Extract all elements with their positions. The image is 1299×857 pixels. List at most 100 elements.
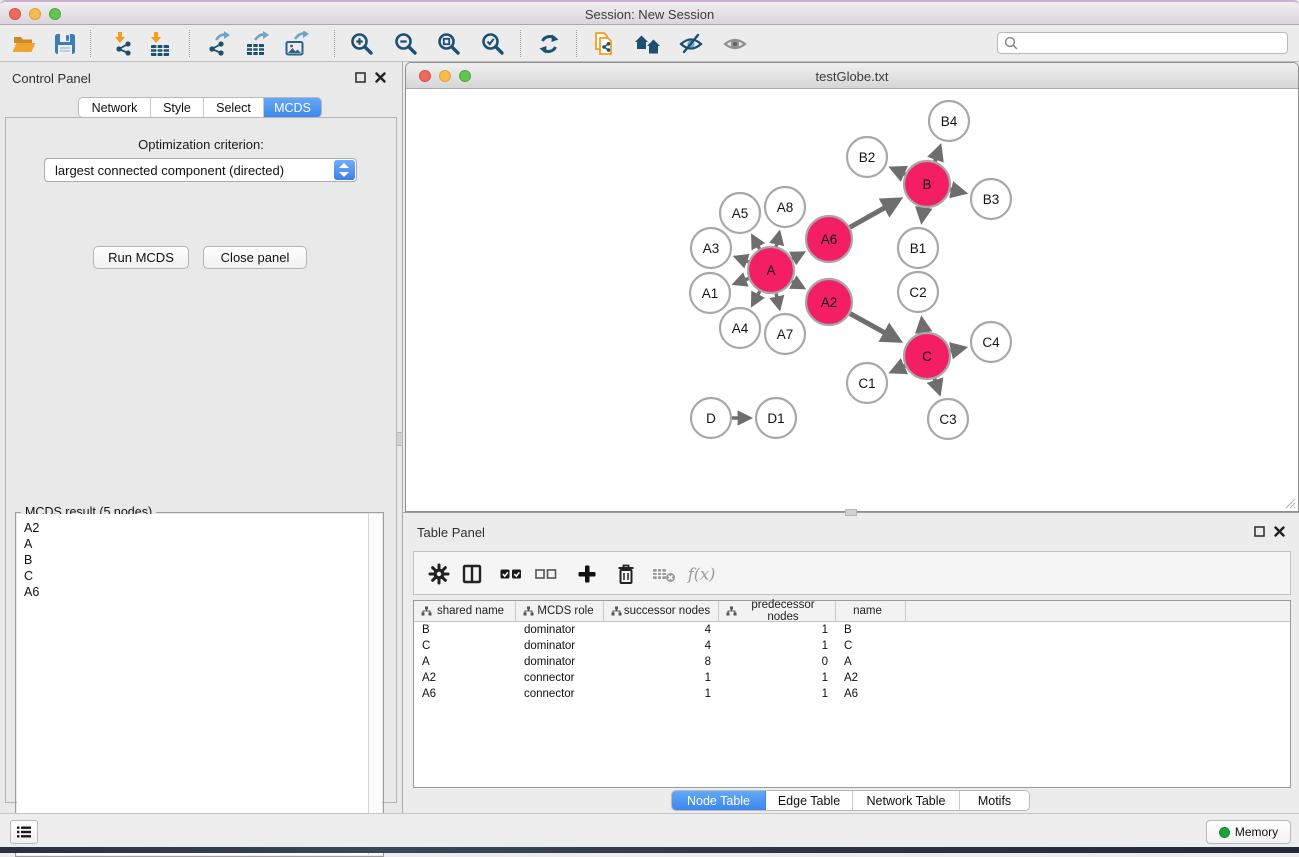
show-panels-button[interactable]: [10, 820, 38, 844]
table-row[interactable]: Adominator80A: [414, 654, 1290, 670]
delete-table-button[interactable]: [648, 559, 680, 589]
edge-C-C3[interactable]: [935, 379, 939, 391]
table-row[interactable]: Bdominator41B: [414, 622, 1290, 638]
column-header-successor-nodes[interactable]: successor nodes: [604, 601, 719, 621]
result-scrollbar[interactable]: [368, 514, 382, 855]
search-input[interactable]: [997, 32, 1288, 54]
edge-A-A2[interactable]: [792, 282, 801, 287]
node-A4[interactable]: A4: [720, 308, 760, 348]
node-A8[interactable]: A8: [765, 187, 805, 227]
show-columns-button[interactable]: [456, 559, 488, 589]
import-network-button[interactable]: [105, 28, 143, 59]
edge-A2-C[interactable]: [850, 314, 896, 340]
edge-C-C1[interactable]: [894, 366, 905, 371]
edge-B-B3[interactable]: [950, 189, 962, 192]
mcds-result-item[interactable]: B: [24, 552, 368, 568]
edge-A-A6[interactable]: [792, 254, 801, 259]
export-network-button[interactable]: [200, 28, 238, 59]
edge-A-A5[interactable]: [754, 238, 760, 249]
show-graphics-details-button[interactable]: [716, 28, 754, 59]
edge-B-B2[interactable]: [894, 169, 905, 174]
zoom-fit-button[interactable]: [430, 28, 468, 59]
node-C[interactable]: C: [904, 333, 950, 379]
table-row[interactable]: A2connector11A2: [414, 670, 1290, 686]
tab-node-table[interactable]: Node Table: [672, 791, 766, 810]
tab-edge-table[interactable]: Edge Table: [766, 791, 853, 810]
zoom-out-button[interactable]: [387, 28, 425, 59]
edge-B-B1[interactable]: [922, 208, 924, 219]
split-divider-grip[interactable]: [396, 432, 403, 446]
node-A[interactable]: A: [748, 247, 794, 293]
edge-A-A4[interactable]: [753, 291, 759, 303]
memory-button[interactable]: Memory: [1206, 820, 1291, 844]
mcds-result-item[interactable]: C: [24, 568, 368, 584]
node-B1[interactable]: B1: [898, 228, 938, 268]
hide-graphics-details-button[interactable]: [672, 28, 710, 59]
node-B4[interactable]: B4: [929, 101, 969, 141]
edge-A-A7[interactable]: [776, 293, 779, 306]
run-mcds-button[interactable]: Run MCDS: [93, 246, 189, 269]
edge-A6-B[interactable]: [850, 201, 897, 227]
table-row[interactable]: Cdominator41C: [414, 638, 1290, 654]
edge-C-C4[interactable]: [950, 348, 962, 351]
edge-A-A3[interactable]: [738, 258, 749, 262]
node-A6[interactable]: A6: [806, 216, 852, 262]
node-C2[interactable]: C2: [898, 272, 938, 312]
column-header-MCDS-role[interactable]: MCDS role: [516, 601, 604, 621]
column-header-shared-name[interactable]: shared name: [414, 601, 516, 621]
node-A7[interactable]: A7: [765, 314, 805, 354]
mcds-result-item[interactable]: A2: [24, 520, 368, 536]
select-all-button[interactable]: [495, 559, 527, 589]
tab-select[interactable]: Select: [204, 98, 264, 117]
delete-row-button[interactable]: [610, 559, 642, 589]
tab-mcds[interactable]: MCDS: [264, 98, 321, 117]
edge-C-C2[interactable]: [922, 321, 924, 332]
unselect-all-button[interactable]: [530, 559, 562, 589]
node-C1[interactable]: C1: [847, 363, 887, 403]
tab-motifs[interactable]: Motifs: [960, 791, 1029, 810]
add-row-button[interactable]: [571, 559, 603, 589]
node-A5[interactable]: A5: [720, 193, 760, 233]
save-session-button[interactable]: [46, 28, 84, 59]
node-A2[interactable]: A2: [806, 279, 852, 325]
tab-style[interactable]: Style: [151, 98, 204, 117]
zoom-selected-button[interactable]: [474, 28, 512, 59]
mcds-result-item[interactable]: A6: [24, 584, 368, 600]
node-B2[interactable]: B2: [847, 137, 887, 177]
column-header-predecessor-nodes[interactable]: predecessor nodes: [719, 601, 836, 621]
node-B[interactable]: B: [904, 161, 950, 207]
close-panel-button[interactable]: Close panel: [203, 246, 307, 269]
new-network-from-selection-button[interactable]: [586, 28, 624, 59]
horizontal-divider-grip[interactable]: [845, 509, 857, 516]
node-B3[interactable]: B3: [971, 179, 1011, 219]
column-header-name[interactable]: name: [836, 601, 906, 621]
tab-network-table[interactable]: Network Table: [853, 791, 960, 810]
close-panel-icon[interactable]: [375, 72, 386, 83]
float-panel-icon[interactable]: [355, 72, 366, 83]
close-table-panel-icon[interactable]: [1274, 526, 1285, 537]
edge-A-A8[interactable]: [776, 235, 779, 247]
criterion-dropdown[interactable]: largest connected component (directed): [44, 158, 357, 182]
float-table-panel-icon[interactable]: [1254, 526, 1265, 537]
open-file-button[interactable]: [5, 28, 43, 59]
function-builder-button[interactable]: f(x): [686, 559, 718, 589]
import-table-button[interactable]: [141, 28, 179, 59]
export-table-button[interactable]: [239, 28, 277, 59]
node-D1[interactable]: D1: [756, 398, 796, 438]
resize-grip-icon[interactable]: [1284, 497, 1296, 509]
refresh-button[interactable]: [530, 28, 568, 59]
edge-B-B4[interactable]: [935, 149, 939, 161]
table-row[interactable]: A6connector11A6: [414, 686, 1290, 702]
node-A3[interactable]: A3: [691, 228, 731, 268]
tab-network[interactable]: Network: [79, 98, 151, 117]
zoom-in-button[interactable]: [343, 28, 381, 59]
node-D[interactable]: D: [691, 398, 731, 438]
edge-A-A1[interactable]: [737, 278, 749, 283]
node-A1[interactable]: A1: [690, 273, 730, 313]
node-C4[interactable]: C4: [971, 322, 1011, 362]
node-C3[interactable]: C3: [928, 399, 968, 439]
network-canvas[interactable]: B4 B2 B B3 A8A5 A6 A3 B1 A A1 C2 A2 A4A7 C4 C C1 D D1 C3: [407, 90, 1297, 511]
mcds-result-item[interactable]: A: [24, 536, 368, 552]
table-settings-button[interactable]: [423, 559, 455, 589]
home-button[interactable]: [629, 28, 667, 59]
